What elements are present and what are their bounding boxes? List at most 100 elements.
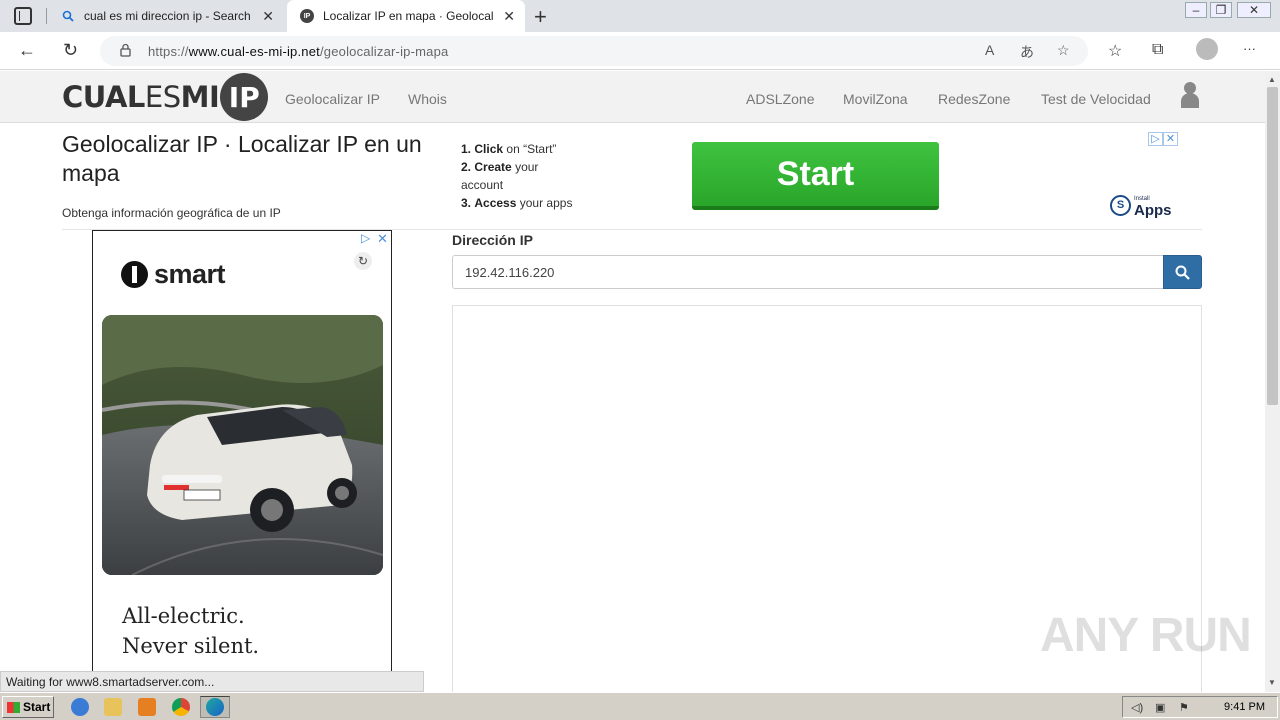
install-big: Apps — [1134, 202, 1172, 219]
ip-label: Dirección IP — [452, 232, 533, 248]
network-icon[interactable]: ▣ — [1155, 701, 1165, 714]
url-prefix: https:// — [148, 44, 189, 59]
search-icon — [1175, 265, 1190, 280]
ad-close-icon[interactable]: ✕ — [1163, 132, 1178, 146]
scroll-down-icon[interactable]: ▼ — [1268, 678, 1276, 687]
nav-adslzone[interactable]: ADSLZone — [746, 91, 814, 107]
windows-flag-icon — [7, 701, 20, 713]
logo-part-mi: MI — [180, 80, 220, 114]
ad-step-2: 2. Create your account — [461, 158, 581, 194]
ad-step-num: 2. — [461, 160, 472, 174]
nav-movilzona[interactable]: MovilZona — [843, 91, 908, 107]
window-close-icon[interactable]: ✕ — [1237, 2, 1271, 18]
favorites-icon[interactable]: ☆ — [1108, 41, 1122, 61]
refresh-icon[interactable]: ↻ — [354, 252, 372, 270]
ad-step-bold: Access — [474, 196, 517, 210]
anyrun-watermark: ANY RUN — [1040, 609, 1252, 662]
nav-test-velocidad[interactable]: Test de Velocidad — [1041, 91, 1151, 107]
ad-step-1: 1. Click on “Start” — [461, 140, 581, 158]
edge-icon — [206, 698, 224, 716]
collections-icon[interactable]: ⧉ — [1152, 41, 1163, 59]
ad-step-bold: Click — [474, 142, 504, 156]
site-logo[interactable]: CUALESMI IP — [62, 73, 269, 121]
status-bubble: Waiting for www8.smartadserver.com... — [0, 671, 424, 692]
clock[interactable]: 9:41 PM — [1224, 701, 1265, 713]
tab-title: cual es mi direccion ip - Search — [84, 9, 251, 23]
more-icon[interactable]: ··· — [1243, 41, 1256, 56]
install-apps-logo[interactable]: S Install Apps — [1110, 193, 1172, 219]
scroll-thumb[interactable] — [1267, 87, 1278, 405]
page-subtitle: Obtenga información geográfica de un IP — [62, 206, 281, 220]
ip-favicon-label: IP — [300, 9, 314, 23]
tab-search[interactable]: cual es mi direccion ip - Search ✕ — [48, 0, 284, 32]
flag-icon[interactable]: ⚑ — [1179, 701, 1189, 714]
tab-title: Localizar IP en mapa · Geolocalizar — [323, 9, 493, 23]
site-header: CUALESMI IP Geolocalizar IP Whois ADSLZo… — [0, 71, 1265, 123]
url-field[interactable]: https://www.cual-es-mi-ip.net/geolocaliz… — [100, 36, 1088, 66]
user-icon[interactable] — [1181, 81, 1199, 109]
nav-redeszone[interactable]: RedesZone — [938, 91, 1010, 107]
ie-icon[interactable] — [71, 698, 89, 716]
nav-whois[interactable]: Whois — [408, 91, 447, 107]
lock-icon[interactable] — [120, 43, 131, 57]
media-player-icon[interactable] — [138, 698, 156, 716]
tagline-line-1: All-electric. — [122, 604, 245, 628]
install-apps-icon: S — [1110, 194, 1131, 216]
ad-step-num: 1. — [461, 142, 472, 156]
address-bar-row: ← ↻ https://www.cual-es-mi-ip.net/geoloc… — [0, 32, 1280, 70]
smart-brand: smart — [154, 259, 226, 289]
adchoices-icon[interactable]: ▷ — [1148, 132, 1163, 146]
tagline-line-2: Never silent. — [122, 634, 260, 658]
ad-step-bold: Create — [474, 160, 512, 174]
edge-taskbar-button[interactable] — [200, 696, 230, 718]
ad-step-text: your apps — [519, 196, 573, 210]
ip-favicon-icon: IP — [299, 8, 315, 24]
ad-step-num: 3. — [461, 196, 472, 210]
nav-geolocalizar-ip[interactable]: Geolocalizar IP — [285, 91, 380, 107]
ip-search-button[interactable] — [1163, 255, 1202, 289]
tab-bar: cual es mi direccion ip - Search ✕ IP Lo… — [0, 0, 1280, 32]
chrome-icon[interactable] — [172, 698, 190, 716]
smart-logo: smart — [121, 259, 226, 290]
side-ad[interactable]: ▷ ✕ smart ↻ All-electric. Never silent. — [92, 230, 392, 680]
url-path: /geolocalizar-ip-mapa — [319, 44, 449, 59]
tab-separator — [46, 8, 47, 24]
start-button[interactable]: Start — [2, 696, 54, 718]
back-arrow-icon[interactable]: ← — [18, 40, 36, 61]
close-icon[interactable]: ✕ — [262, 8, 274, 25]
taskbar: Start ◁) ▣ ⚑ 9:41 PM — [0, 692, 1280, 720]
adchoices-icon[interactable]: ▷ — [361, 231, 370, 245]
start-label: Start — [23, 700, 51, 714]
minimize-icon[interactable]: – — [1185, 2, 1207, 18]
restore-icon[interactable]: ❐ — [1210, 2, 1232, 18]
folder-icon[interactable] — [104, 698, 122, 716]
ad-step-text: on “Start” — [506, 142, 557, 156]
ad-close-icon[interactable]: ✕ — [377, 231, 388, 247]
read-aloud-icon[interactable]: A — [985, 42, 994, 58]
close-icon[interactable]: ✕ — [503, 8, 515, 25]
ad-steps[interactable]: 1. Click on “Start” 2. Create your accou… — [461, 140, 581, 212]
logo-part-es: ES — [144, 80, 181, 114]
page-title: Geolocalizar IP · Localizar IP en un map… — [62, 131, 422, 186]
page-scrollbar[interactable]: ▲ ▼ — [1265, 71, 1280, 692]
scroll-up-icon[interactable]: ▲ — [1268, 75, 1276, 84]
search-icon — [60, 8, 76, 24]
translate-icon[interactable]: あ — [1020, 42, 1034, 62]
car-image[interactable] — [102, 315, 383, 575]
screen: cual es mi direccion ip - Search ✕ IP Lo… — [0, 0, 1280, 720]
ip-input[interactable] — [452, 255, 1164, 289]
volume-icon[interactable]: ◁) — [1131, 701, 1143, 714]
new-tab-icon[interactable]: + — [534, 4, 547, 30]
logo-part-cual: CUAL — [62, 80, 145, 114]
smart-circle-icon — [121, 261, 148, 288]
ad-tagline: All-electric. Never silent. — [122, 601, 259, 661]
tab-geolocalizar[interactable]: IP Localizar IP en mapa · Geolocalizar ✕ — [287, 0, 525, 32]
reload-icon[interactable]: ↻ — [63, 40, 78, 61]
ad-start-button[interactable]: Start — [692, 142, 939, 210]
url-domain: www.cual-es-mi-ip.net — [188, 44, 320, 59]
tab-actions-icon[interactable] — [14, 7, 32, 25]
add-favorite-icon[interactable]: ☆ — [1057, 42, 1070, 59]
ad-step-3: 3. Access your apps — [461, 194, 581, 212]
url-text: https://www.cual-es-mi-ip.net/geolocaliz… — [148, 44, 448, 59]
profile-icon[interactable] — [1196, 38, 1218, 60]
